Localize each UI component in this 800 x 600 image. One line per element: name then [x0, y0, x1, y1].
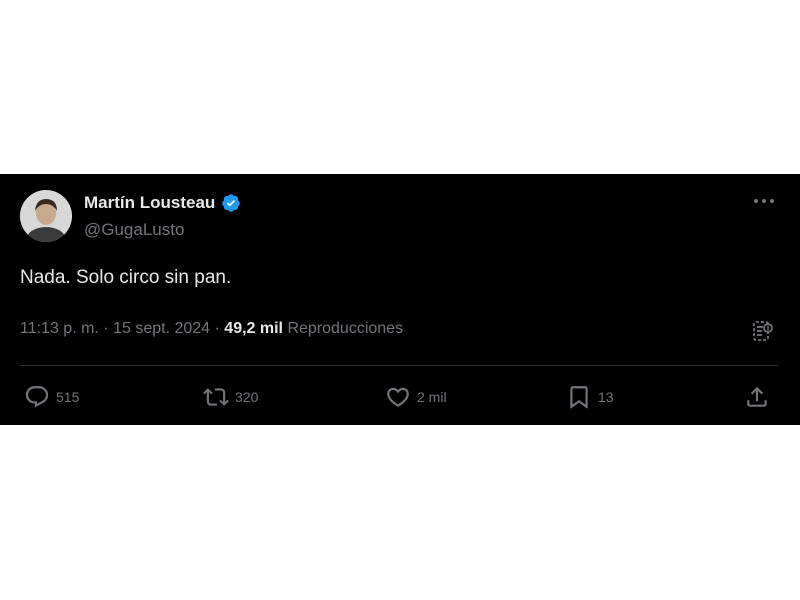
tweet-date[interactable]: 15 sept. 2024: [113, 320, 210, 337]
tweet-card: Martín Lousteau @GugaLusto Nada. Solo ci…: [0, 174, 800, 425]
grok-button[interactable]: [749, 317, 777, 345]
tweet-time[interactable]: 11:13 p. m.: [20, 320, 99, 337]
meta-separator: ·: [103, 320, 109, 337]
author-handle[interactable]: @GugaLusto: [84, 220, 184, 240]
retweet-button[interactable]: 320: [203, 382, 258, 412]
more-options-button[interactable]: [748, 190, 780, 212]
bookmark-icon: [570, 386, 588, 409]
avatar[interactable]: [20, 190, 72, 242]
author-name[interactable]: Martín Lousteau: [84, 193, 241, 213]
like-button[interactable]: 2 mil: [385, 382, 447, 412]
verified-badge-icon[interactable]: [221, 193, 241, 213]
heart-icon: [387, 387, 409, 407]
views-label: Reproducciones: [287, 320, 404, 337]
share-button[interactable]: [744, 382, 770, 412]
bookmark-button[interactable]: 13: [566, 382, 614, 412]
tweet-text: Nada. Solo circo sin pan.: [20, 267, 232, 288]
retweet-icon: [203, 388, 229, 406]
tweet-meta: 11:13 p. m. · 15 sept. 2024 · 49,2 mil R…: [20, 320, 403, 338]
views-count[interactable]: 49,2 mil: [224, 320, 283, 337]
share-icon: [747, 386, 767, 407]
divider: [20, 365, 778, 366]
retweet-count: 320: [235, 389, 259, 405]
reply-button[interactable]: 515: [24, 382, 79, 412]
more-options-icon: [754, 199, 774, 203]
reply-icon: [25, 386, 49, 408]
like-count: 2 mil: [417, 389, 447, 405]
author-name-text: Martín Lousteau: [84, 193, 216, 212]
avatar-image: [20, 190, 72, 242]
meta-separator: ·: [214, 320, 220, 337]
grok-icon: [753, 321, 773, 341]
bookmark-count: 13: [598, 389, 614, 405]
reply-count: 515: [56, 389, 80, 405]
action-bar: 515 320 2 mil 13: [0, 382, 800, 412]
